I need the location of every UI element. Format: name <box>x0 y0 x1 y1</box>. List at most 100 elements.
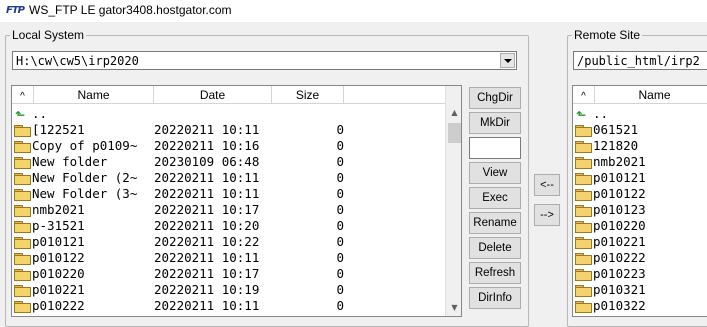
item-name: New Folder (2~ <box>32 170 138 185</box>
folder-icon <box>575 237 592 249</box>
folder-icon <box>14 141 31 153</box>
local-path-value: H:\cw\cw5\irp2020 <box>16 54 139 68</box>
remote-path-combobox[interactable]: /public_html/irp2 <box>573 51 707 70</box>
list-item[interactable]: p-31521 20220211 10:20 0 <box>12 218 446 234</box>
folder-icon <box>14 189 31 201</box>
list-item[interactable]: New Folder (3~ 20220211 10:11 0 <box>12 186 446 202</box>
view-button[interactable]: View <box>469 162 521 184</box>
item-name: p010220 <box>593 218 646 233</box>
list-item[interactable]: p010222 20220211 10:11 0 <box>12 298 446 314</box>
rename-button[interactable]: Rename <box>469 212 521 234</box>
folder-icon <box>14 253 31 265</box>
remote-file-list[interactable]: ^ Name ⬑.. 061521 121820 nmb2021 p010121 p010… <box>572 85 707 317</box>
folder-icon <box>14 125 31 137</box>
list-item[interactable]: New Folder (2~ 20220211 10:11 0 <box>12 170 446 186</box>
list-item[interactable]: p010220 20220211 10:17 0 <box>12 266 446 282</box>
list-item[interactable]: 061521 <box>573 122 707 138</box>
list-item[interactable]: p010223 <box>573 266 707 282</box>
local-col-sort-up[interactable]: ^ <box>12 86 34 104</box>
folder-icon <box>575 269 592 281</box>
item-date: 20220211 10:11 <box>154 250 260 265</box>
list-item[interactable]: p010121 <box>573 170 707 186</box>
item-size: 0 <box>336 250 344 265</box>
item-date: 20220211 10:11 <box>154 186 260 201</box>
item-size: 0 <box>336 218 344 233</box>
remote-col-name[interactable]: Name <box>595 86 707 104</box>
dirinfo-button[interactable]: DirInfo <box>469 287 521 309</box>
item-date: 20220211 10:11 <box>154 298 260 313</box>
item-name: p010223 <box>32 314 85 316</box>
delete-button[interactable]: Delete <box>469 237 521 259</box>
list-item[interactable]: p010220 <box>573 218 707 234</box>
list-item[interactable]: p010122 <box>573 186 707 202</box>
item-date: 20220211 10:11 <box>154 122 260 137</box>
local-col-name[interactable]: Name <box>34 86 154 104</box>
folder-icon <box>14 221 31 233</box>
folder-icon <box>14 157 31 169</box>
folder-icon <box>575 189 592 201</box>
item-size: 0 <box>336 266 344 281</box>
scroll-down-arrow-icon[interactable]: ▼ <box>446 299 461 316</box>
folder-icon <box>14 285 31 297</box>
item-date: 20220211 10:19 <box>154 282 260 297</box>
scrollbar-thumb[interactable] <box>448 123 461 143</box>
item-name: p010222 <box>593 250 646 265</box>
list-item[interactable]: nmb2021 20220211 10:17 0 <box>12 202 446 218</box>
item-size: 0 <box>336 122 344 137</box>
list-item[interactable]: p010122 20220211 10:11 0 <box>12 250 446 266</box>
folder-icon <box>575 221 592 233</box>
item-name: p010222 <box>32 298 85 313</box>
list-item[interactable]: [122521 20220211 10:11 0 <box>12 122 446 138</box>
item-name: p010221 <box>593 234 646 249</box>
remote-col-sort-up[interactable]: ^ <box>573 86 595 104</box>
local-file-list[interactable]: ^ Name Date Size ⬑.. [122521 20220211 10:1… <box>11 85 462 317</box>
local-vertical-scrollbar[interactable]: ▲ ▼ <box>445 86 461 316</box>
transfer-to-local-button[interactable]: <-- <box>534 174 560 196</box>
item-name: [122521 <box>32 122 85 137</box>
folder-icon <box>575 141 592 153</box>
list-item[interactable]: p010322 <box>573 298 707 314</box>
list-item[interactable]: p010221 20220211 10:19 0 <box>12 282 446 298</box>
item-name: p010223 <box>593 266 646 281</box>
local-path-dropdown-button[interactable] <box>500 53 515 68</box>
local-command-input[interactable] <box>469 137 521 159</box>
scroll-up-arrow-icon[interactable]: ▲ <box>446 104 461 121</box>
list-item[interactable]: p010123 <box>573 202 707 218</box>
local-path-combobox[interactable]: H:\cw\cw5\irp2020 <box>12 51 517 70</box>
list-item[interactable]: p010323 <box>573 314 707 316</box>
list-item[interactable]: New folder 20230109 06:48 0 <box>12 154 446 170</box>
list-item[interactable]: p010321 <box>573 282 707 298</box>
chgdir-button[interactable]: ChgDir <box>469 87 521 109</box>
list-item[interactable]: p010121 20220211 10:22 0 <box>12 234 446 250</box>
remote-path-value: /public_html/irp2 <box>577 54 700 68</box>
list-item[interactable]: p010221 <box>573 234 707 250</box>
transfer-to-remote-button[interactable]: --> <box>534 204 560 226</box>
folder-icon <box>14 237 31 249</box>
item-date: 20220211 10:11 <box>154 170 260 185</box>
mkdir-button[interactable]: MkDir <box>469 112 521 134</box>
up-arrow-icon: ⬑ <box>15 108 26 122</box>
item-name: nmb2021 <box>593 154 646 169</box>
folder-icon <box>575 285 592 297</box>
window-title: WS_FTP LE gator3408.hostgator.com <box>29 3 232 17</box>
item-name: New Folder (3~ <box>32 186 138 201</box>
list-item[interactable]: Copy of p0109~ 20220211 10:16 0 <box>12 138 446 154</box>
up-arrow-icon: ⬑ <box>576 108 587 122</box>
list-item[interactable]: nmb2021 <box>573 154 707 170</box>
list-item[interactable]: p010222 <box>573 250 707 266</box>
item-name: Copy of p0109~ <box>32 138 138 153</box>
item-name: New folder <box>32 154 108 169</box>
local-col-date[interactable]: Date <box>154 86 272 104</box>
parent-directory-row[interactable]: ⬑.. <box>573 106 707 122</box>
exec-button[interactable]: Exec <box>469 187 521 209</box>
refresh-button[interactable]: Refresh <box>469 262 521 284</box>
folder-icon <box>14 205 31 217</box>
list-item[interactable]: p010223 20220211 10:11 0 <box>12 314 446 316</box>
item-size: 0 <box>336 298 344 313</box>
item-name: p010122 <box>593 186 646 201</box>
parent-directory-row[interactable]: ⬑.. <box>12 106 446 122</box>
local-col-size[interactable]: Size <box>272 86 344 104</box>
item-name: p010321 <box>593 282 646 297</box>
folder-icon <box>14 269 31 281</box>
list-item[interactable]: 121820 <box>573 138 707 154</box>
